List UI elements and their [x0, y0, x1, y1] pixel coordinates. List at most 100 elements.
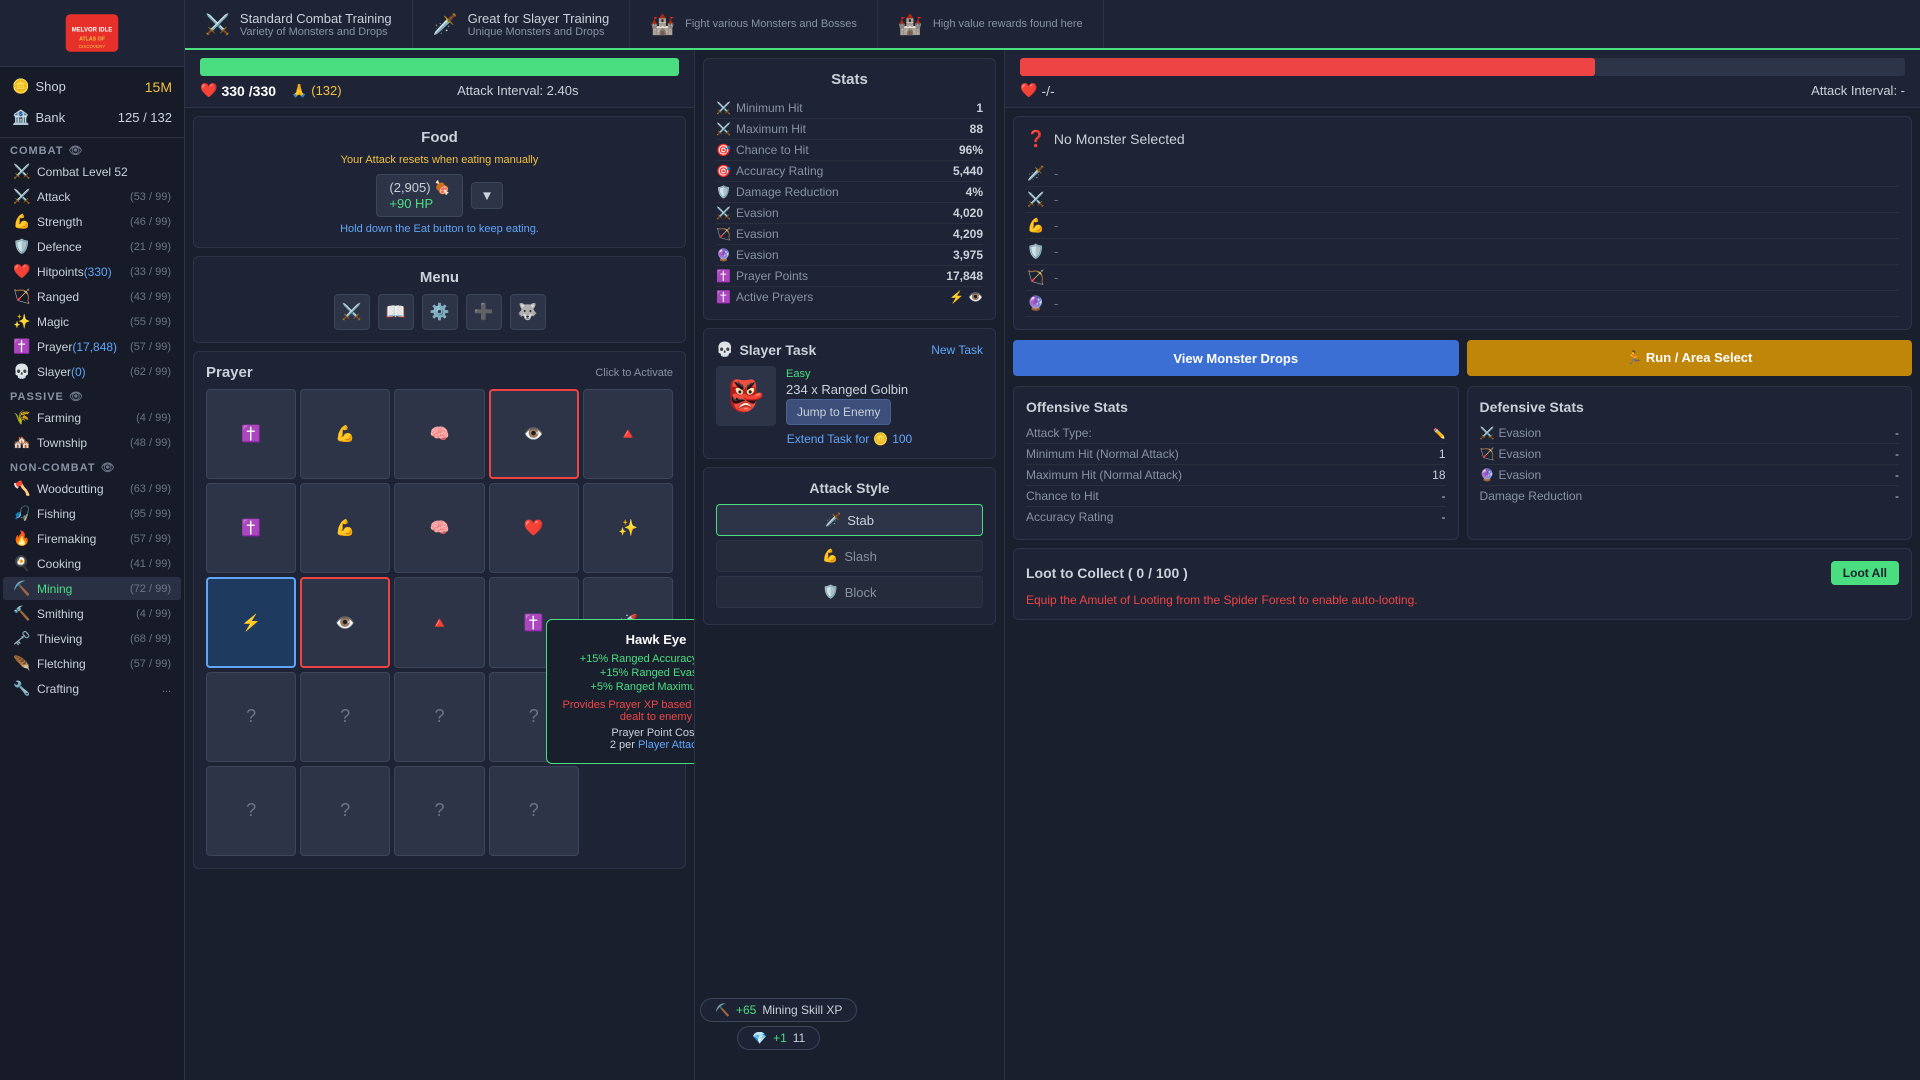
sidebar-item-smithing[interactable]: 🔨 Smithing (4 / 99) — [3, 602, 181, 625]
sidebar-item-township[interactable]: 🏘️ Township (48 / 99) — [3, 431, 181, 454]
township-icon: 🏘️ — [13, 434, 31, 451]
sidebar-item-mining[interactable]: ⛏️ Mining (72 / 99) — [3, 577, 181, 600]
prayer-item-2[interactable]: 💪 — [300, 389, 390, 479]
monster-action-buttons: View Monster Drops 🏃 Run / Area Select — [1013, 340, 1912, 376]
prayer-item-5[interactable]: 🔺 — [583, 389, 673, 479]
sidebar-item-defence[interactable]: 🛡️ Defence (21 / 99) — [3, 235, 181, 258]
sidebar-item-firemaking[interactable]: 🔥 Firemaking (57 / 99) — [3, 527, 181, 550]
melee-icon: ⚔️ — [1026, 191, 1046, 208]
defence-icon: 🛡️ — [13, 238, 31, 255]
food-hp: +90 HP — [389, 196, 450, 211]
extend-task-button[interactable]: Extend Task for 🪙 100 — [716, 432, 983, 446]
attack-level: (53 / 99) — [130, 191, 171, 203]
sidebar-item-combat-level[interactable]: ⚔️ Combat Level 52 — [3, 160, 181, 183]
menu-icon-potions[interactable]: ➕ — [466, 294, 502, 330]
prayer-item-7[interactable]: 💪 — [300, 483, 390, 573]
menu-title: Menu — [206, 269, 673, 286]
slayer-task-title: 💀 Slayer Task — [716, 341, 816, 358]
heart-icon: ❤️ — [200, 82, 217, 99]
fishing-label: Fishing — [37, 507, 76, 521]
view-monster-drops-button[interactable]: View Monster Drops — [1013, 340, 1459, 376]
loot-all-button[interactable]: Loot All — [1831, 561, 1899, 585]
prayer-item-8[interactable]: 🧠 — [394, 483, 484, 573]
prayer-item-23[interactable]: ? — [394, 766, 484, 856]
prayer-item-22[interactable]: ? — [300, 766, 390, 856]
prayer-item-1[interactable]: ✝️ — [206, 389, 296, 479]
banner-item-highval[interactable]: 🏰 High value rewards found here — [878, 0, 1104, 48]
monster-attack-interval: Attack Interval: - — [1811, 83, 1905, 98]
prayer-item-6[interactable]: ✝️ — [206, 483, 296, 573]
slayer-label: Slayer(0) — [37, 365, 86, 379]
passive-visibility-toggle[interactable]: 👁 — [69, 390, 84, 403]
sidebar-item-prayer[interactable]: ✝️ Prayer(17,848) (57 / 99) — [3, 335, 181, 358]
prayer-item-24[interactable]: ? — [489, 766, 579, 856]
attack-style-stab[interactable]: 🗡️ Stab — [716, 504, 983, 536]
prayer-item-17[interactable]: ? — [300, 672, 390, 762]
food-warning: Your Attack resets when eating manually — [206, 154, 673, 166]
sidebar-item-farming[interactable]: 🌾 Farming (4 / 99) — [3, 406, 181, 429]
no-monster-display: ❓ No Monster Selected — [1026, 129, 1899, 149]
sidebar-item-fishing[interactable]: 🎣 Fishing (95 / 99) — [3, 502, 181, 525]
prayer-item-18[interactable]: ? — [394, 672, 484, 762]
sidebar-item-ranged[interactable]: 🏹 Ranged (43 / 99) — [3, 285, 181, 308]
sidebar-item-thieving[interactable]: 🗝️ Thieving (68 / 99) — [3, 627, 181, 650]
tooltip-cost: Prayer Point Cost: 2 per Player Attack — [559, 727, 695, 751]
eat-button[interactable]: (2,905) 🍖 +90 HP — [376, 174, 463, 217]
jump-to-enemy-button[interactable]: Jump to Enemy — [786, 399, 891, 425]
menu-icon-familiar[interactable]: 🐺 — [510, 294, 546, 330]
prayer-item-13[interactable]: 🔺 — [394, 577, 484, 667]
edit-icon[interactable]: ✏️ — [1433, 429, 1445, 440]
strength-icon: 💪 — [13, 213, 31, 230]
block-icon: 🛡️ — [823, 584, 839, 600]
prayer-item-11[interactable]: ⚡ — [206, 577, 296, 667]
new-task-button[interactable]: New Task — [931, 343, 983, 357]
attack-style-slash[interactable]: 💪 Slash — [716, 540, 983, 572]
shop-button[interactable]: 🪙 Shop 15M — [4, 73, 180, 100]
sidebar-item-cooking[interactable]: 🍳 Cooking (41 / 99) — [3, 552, 181, 575]
menu-icon-combat[interactable]: ⚔️ — [334, 294, 370, 330]
menu-icon-settings[interactable]: ⚙️ — [422, 294, 458, 330]
non-combat-section-header: NON-COMBAT 👁 — [0, 455, 184, 476]
combat-visibility-toggle[interactable]: 👁 — [68, 144, 83, 157]
sidebar-item-woodcutting[interactable]: 🪓 Woodcutting (63 / 99) — [3, 477, 181, 500]
stat-prayer-pts-label: ✝️Prayer Points — [716, 269, 808, 283]
sidebar-item-slayer[interactable]: 💀 Slayer(0) (62 / 99) — [3, 360, 181, 383]
attack-style-block[interactable]: 🛡️ Block — [716, 576, 983, 608]
prayer-level: (57 / 99) — [130, 341, 171, 353]
monster-magic-icon: 🔮 — [1026, 295, 1046, 312]
sidebar-item-strength[interactable]: 💪 Strength (46 / 99) — [3, 210, 181, 233]
logo: MELVOR IDLE ATLAS OF DISCOVERY — [0, 0, 184, 67]
sidebar-item-crafting[interactable]: 🔧 Crafting ... — [3, 677, 181, 700]
menu-icon-spellbook[interactable]: 📖 — [378, 294, 414, 330]
prayer-item-16[interactable]: ? — [206, 672, 296, 762]
weapon-icon: 🗡️ — [1026, 165, 1046, 182]
sidebar-item-magic[interactable]: ✨ Magic (55 / 99) — [3, 310, 181, 333]
prayer-item-12[interactable]: 👁️ — [300, 577, 390, 667]
passive-section-header: PASSIVE 👁 — [0, 384, 184, 405]
prayer-item-3[interactable]: 🧠 — [394, 389, 484, 479]
slayer-monster-image: 👺 — [716, 366, 776, 426]
stat-evasion-magic-label: 🔮Evasion — [716, 248, 779, 262]
mining-level: (72 / 99) — [130, 583, 171, 595]
prayer-item-9[interactable]: ❤️ — [489, 483, 579, 573]
monster-health-bar-fill — [1020, 58, 1595, 76]
non-combat-visibility-toggle[interactable]: 👁 — [101, 461, 116, 474]
firemaking-icon: 🔥 — [13, 530, 31, 547]
sidebar-item-attack[interactable]: ⚔️ Attack (53 / 99) — [3, 185, 181, 208]
banner-item-combat[interactable]: ⚔️ Standard Combat Training Variety of M… — [185, 0, 413, 48]
prayer-item-10[interactable]: ✨ — [583, 483, 673, 573]
bank-button[interactable]: 🏦 Bank 125 / 132 — [4, 104, 180, 131]
run-area-select-button[interactable]: 🏃 Run / Area Select — [1467, 340, 1913, 376]
farming-icon: 🌾 — [13, 409, 31, 426]
prayer-item-21[interactable]: ? — [206, 766, 296, 856]
sidebar-item-hitpoints[interactable]: ❤️ Hitpoints(330) (33 / 99) — [3, 260, 181, 283]
offense-attack-type-label: Attack Type: — [1026, 426, 1092, 440]
fishing-icon: 🎣 — [13, 505, 31, 522]
prayer-item-4[interactable]: 👁️ — [489, 389, 579, 479]
sidebar-item-fletching[interactable]: 🪶 Fletching (57 / 99) — [3, 652, 181, 675]
active-prayer-icon-1: ⚡ — [949, 290, 964, 304]
combat-label: COMBAT — [10, 145, 63, 157]
food-drop-button[interactable]: ▼ — [471, 182, 502, 209]
banner-item-dungeon[interactable]: 🏰 Fight various Monsters and Bosses — [630, 0, 878, 48]
banner-item-slayer[interactable]: 🗡️ Great for Slayer Training Unique Mons… — [413, 0, 631, 48]
